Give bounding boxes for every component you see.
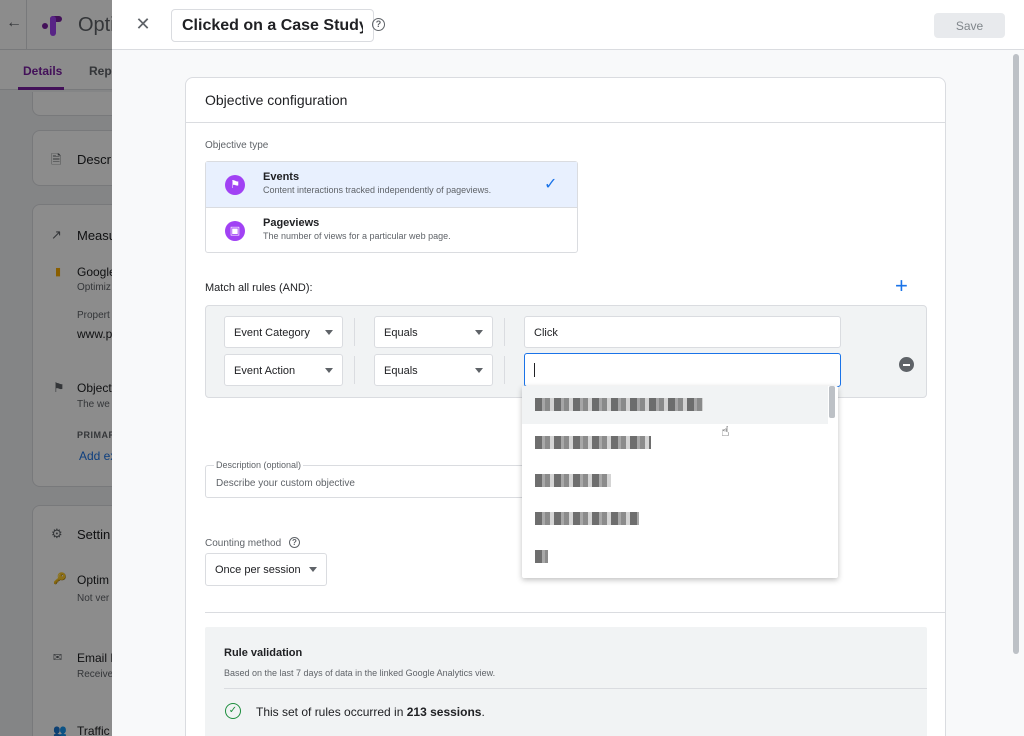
panel-header: ✕ ? Save: [112, 0, 1024, 50]
objective-type-events[interactable]: ⚑ Events Content interactions tracked in…: [206, 162, 577, 207]
redacted-text: [535, 512, 639, 525]
rules-container: Event Category Equals Click Event Action…: [205, 305, 927, 398]
objective-editor-panel: ✕ ? Save Objective configuration Objecti…: [112, 0, 1024, 736]
scrollbar-thumb[interactable]: [1013, 54, 1019, 654]
divider: [224, 688, 927, 689]
rule-field-select[interactable]: Event Category: [224, 316, 343, 348]
validation-result: This set of rules occurred in 213 sessio…: [256, 705, 485, 719]
text-cursor: [534, 363, 535, 377]
validation-result-suffix: .: [481, 705, 485, 719]
chevron-down-icon: [475, 368, 483, 373]
validation-title: Rule validation: [224, 647, 303, 659]
rule-operator-value: Equals: [384, 327, 418, 339]
redacted-text: [535, 436, 651, 449]
divider: [504, 356, 505, 384]
rule-value-input[interactable]: [524, 353, 841, 387]
objective-type-description: The number of views for a particular web…: [263, 231, 451, 241]
help-icon[interactable]: ?: [372, 18, 385, 31]
divider: [186, 122, 945, 123]
redacted-text: [535, 474, 611, 487]
rule-operator-select[interactable]: Equals: [374, 316, 493, 348]
suggestion-item[interactable]: [522, 462, 828, 500]
rule-field-select[interactable]: Event Action: [224, 354, 343, 386]
objective-type-list: ⚑ Events Content interactions tracked in…: [205, 161, 578, 253]
validation-result-prefix: This set of rules occurred in: [256, 705, 407, 719]
flag-icon: ⚑: [225, 175, 245, 195]
dropdown-scrollbar[interactable]: [829, 386, 835, 418]
objective-type-label: Objective type: [205, 140, 269, 151]
help-icon[interactable]: ?: [289, 537, 300, 548]
suggestion-item[interactable]: [522, 386, 828, 424]
description-placeholder: Describe your custom objective: [216, 478, 355, 489]
divider: [354, 356, 355, 384]
objective-name-input[interactable]: [171, 9, 374, 42]
description-field[interactable]: Description (optional) Describe your cus…: [205, 460, 525, 498]
counting-method-label: Counting method: [205, 538, 282, 549]
suggestion-item[interactable]: [522, 500, 828, 538]
redacted-text: [535, 398, 703, 411]
counting-method-value: Once per session: [215, 564, 301, 576]
chevron-down-icon: [325, 368, 333, 373]
chevron-down-icon: [325, 330, 333, 335]
checkmark-icon: ✓: [544, 176, 558, 193]
rule-value-text: Click: [534, 327, 558, 339]
check-circle-icon: ✓: [225, 703, 241, 719]
rule-value-input[interactable]: Click: [524, 316, 841, 348]
validation-description: Based on the last 7 days of data in the …: [224, 668, 496, 678]
save-button[interactable]: Save: [934, 13, 1005, 38]
rule-field-value: Event Category: [234, 327, 310, 339]
validation-session-count: 213 sessions: [406, 705, 482, 719]
objective-type-name: Pageviews: [263, 217, 320, 229]
divider: [205, 612, 945, 613]
rule-operator-select[interactable]: Equals: [374, 354, 493, 386]
suggestion-item[interactable]: [522, 424, 828, 462]
browser-window-icon: ▣: [225, 221, 245, 241]
card-title: Objective configuration: [205, 92, 348, 108]
objective-type-description: Content interactions tracked independent…: [263, 185, 492, 195]
objective-type-pageviews[interactable]: ▣ Pageviews The number of views for a pa…: [206, 207, 577, 252]
add-rule-plus-icon[interactable]: +: [895, 275, 908, 297]
value-suggestions-dropdown: [522, 386, 838, 578]
match-rules-label: Match all rules (AND):: [205, 282, 313, 294]
remove-rule-icon[interactable]: [899, 357, 914, 372]
redacted-text: [535, 550, 548, 563]
counting-method-select[interactable]: Once per session: [205, 553, 327, 586]
rule-operator-value: Equals: [384, 365, 418, 377]
divider: [354, 318, 355, 346]
chevron-down-icon: [309, 567, 317, 572]
divider: [504, 318, 505, 346]
panel-scrollbar[interactable]: [1012, 54, 1020, 730]
chevron-down-icon: [475, 330, 483, 335]
hand-pointer-icon: ☝: [721, 423, 730, 439]
rule-validation-section: Rule validation Based on the last 7 days…: [205, 627, 927, 736]
rule-field-value: Event Action: [234, 365, 296, 377]
description-label: Description (optional): [214, 460, 304, 470]
close-icon[interactable]: ✕: [132, 13, 154, 35]
objective-type-name: Events: [263, 171, 300, 183]
suggestion-item[interactable]: [522, 538, 828, 576]
